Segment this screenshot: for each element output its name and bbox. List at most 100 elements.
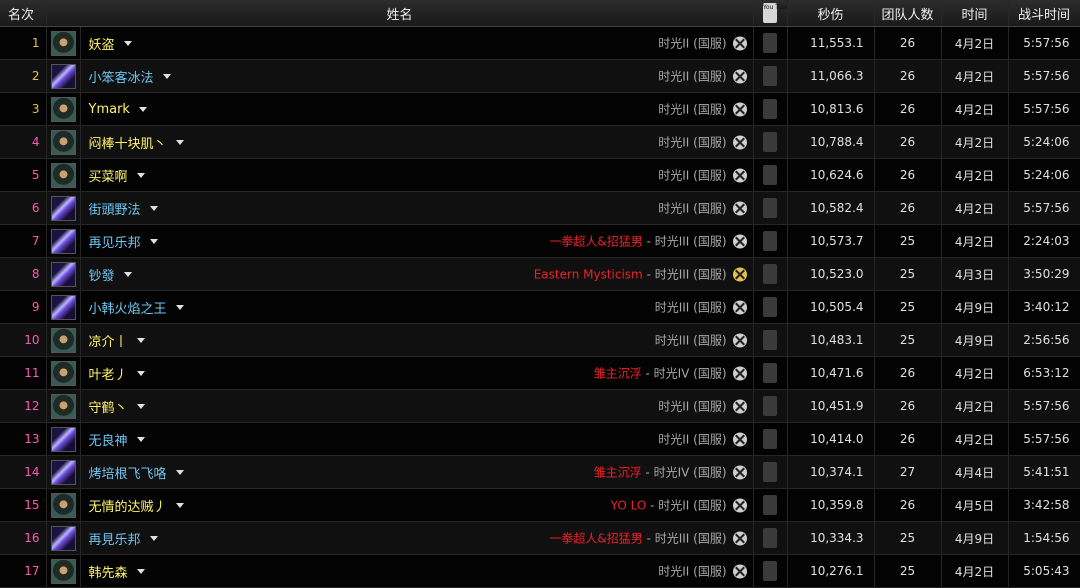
youtube-icon[interactable]	[763, 66, 778, 87]
server-name: 时光II (国服)	[658, 498, 727, 513]
faction-crossed-swords-icon	[732, 498, 747, 512]
raid-size-cell: 26	[874, 26, 942, 60]
player-name[interactable]: 街頭野法	[89, 203, 141, 218]
youtube-icon[interactable]	[763, 99, 778, 120]
table-row[interactable]: 12 守鹤丶 时光II (国服) 10,451.9 26 4月2日 5:57:5…	[0, 389, 1080, 423]
date-cell: 4月2日	[941, 356, 1009, 390]
youtube-icon[interactable]	[763, 231, 778, 252]
chevron-down-icon[interactable]	[149, 238, 158, 244]
table-row[interactable]: 8 钞發 Eastern Mysticism - 时光III (国服) 10,5…	[0, 257, 1080, 291]
table-row[interactable]: 17 韩先森 时光II (国服) 10,276.1 25 4月2日 5:05:4…	[0, 554, 1080, 588]
ranking-table: 名次 姓名 You Tube 秒伤 团队人数 时间 战斗时间 1 妖盗 时光II…	[0, 0, 1080, 588]
player-name[interactable]: 再見乐邦	[89, 533, 141, 548]
youtube-icon[interactable]	[763, 297, 778, 318]
duration-cell: 5:57:56	[1008, 389, 1080, 423]
chevron-down-icon[interactable]	[162, 73, 171, 79]
guild-name[interactable]: 一拳超人&招猛男	[549, 233, 642, 250]
youtube-icon[interactable]	[763, 528, 778, 549]
table-row[interactable]: 2 小笨客冰法 时光II (国服) 11,066.3 26 4月2日 5:57:…	[0, 59, 1080, 93]
video-cell	[753, 125, 788, 159]
table-row[interactable]: 1 妖盗 时光II (国服) 11,553.1 26 4月2日 5:57:56	[0, 26, 1080, 60]
youtube-icon[interactable]	[763, 396, 778, 417]
player-name[interactable]: 买菜啊	[89, 170, 128, 185]
chevron-down-icon[interactable]	[175, 502, 184, 508]
table-row[interactable]: 5 买菜啊 时光II (国服) 10,624.6 26 4月2日 5:24:06	[0, 158, 1080, 192]
faction-crossed-swords-icon	[732, 234, 747, 248]
player-name[interactable]: 小韩火焰之王	[89, 302, 167, 317]
table-row[interactable]: 10 凉介丨 时光III (国服) 10,483.1 25 4月9日 2:56:…	[0, 323, 1080, 357]
dps-cell: 10,276.1	[787, 554, 875, 588]
dps-header[interactable]: 秒伤	[787, 0, 875, 27]
player-name[interactable]: 钞發	[89, 269, 115, 284]
chevron-down-icon[interactable]	[175, 304, 184, 310]
chevron-down-icon[interactable]	[136, 403, 145, 409]
player-name[interactable]: 叶老丿	[89, 368, 128, 383]
chevron-down-icon[interactable]	[136, 436, 145, 442]
table-row[interactable]: 14 烤培根飞飞咯 雏主沉浮 - 时光IV (国服) 10,374.1 27 4…	[0, 455, 1080, 489]
guild-server-info: 时光III (国服)	[655, 299, 747, 316]
chevron-down-icon[interactable]	[136, 337, 145, 343]
youtube-icon[interactable]	[763, 429, 778, 450]
youtube-icon[interactable]	[763, 132, 778, 153]
player-name[interactable]: 再见乐邦	[89, 236, 141, 251]
youtube-icon[interactable]	[763, 462, 778, 483]
rank-header[interactable]: 名次	[0, 0, 47, 27]
rogue-class-icon	[50, 558, 76, 584]
table-row[interactable]: 13 无良神 时光II (国服) 10,414.0 26 4月2日 5:57:5…	[0, 422, 1080, 456]
chevron-down-icon[interactable]	[138, 106, 147, 112]
table-row[interactable]: 16 再見乐邦 一拳超人&招猛男 - 时光III (国服) 10,334.3 2…	[0, 521, 1080, 555]
youtube-icon[interactable]	[763, 264, 778, 285]
chevron-down-icon[interactable]	[136, 370, 145, 376]
player-name[interactable]: 烤培根飞飞咯	[89, 467, 167, 482]
server-name: 时光III (国服)	[654, 333, 727, 348]
faction-crossed-swords-icon	[732, 102, 747, 116]
table-row[interactable]: 11 叶老丿 雏主沉浮 - 时光IV (国服) 10,471.6 26 4月2日…	[0, 356, 1080, 390]
youtube-icon[interactable]	[763, 198, 778, 219]
raid-size-header[interactable]: 团队人数	[874, 0, 942, 27]
guild-name[interactable]: 一拳超人&招猛男	[549, 530, 642, 547]
chevron-down-icon[interactable]	[123, 271, 132, 277]
player-name[interactable]: Ymark	[89, 102, 130, 117]
player-name[interactable]: 无良神	[89, 434, 128, 449]
youtube-icon[interactable]	[763, 363, 778, 384]
guild-name[interactable]: 雏主沉浮	[594, 464, 642, 481]
guild-name[interactable]: Eastern Mysticism	[534, 267, 643, 281]
name-header[interactable]: 姓名	[46, 0, 754, 27]
table-row[interactable]: 9 小韩火焰之王 时光III (国服) 10,505.4 25 4月9日 3:4…	[0, 290, 1080, 324]
youtube-icon[interactable]	[763, 330, 778, 351]
rogue-class-icon	[50, 96, 76, 122]
chevron-down-icon[interactable]	[149, 535, 158, 541]
guild-name[interactable]: 雏主沉浮	[594, 365, 642, 382]
player-name[interactable]: 妖盗	[89, 38, 115, 53]
duration-cell: 5:24:06	[1008, 158, 1080, 192]
player-name[interactable]: 小笨客冰法	[89, 71, 154, 86]
youtube-icon[interactable]	[763, 165, 778, 186]
youtube-icon[interactable]	[763, 495, 778, 516]
chevron-down-icon[interactable]	[175, 469, 184, 475]
youtube-icon[interactable]	[763, 33, 778, 54]
player-name[interactable]: 凉介丨	[89, 335, 128, 350]
player-name[interactable]: 无情的达贼丿	[89, 500, 167, 515]
player-name[interactable]: 闷棒十块肌丶	[89, 137, 167, 152]
server-name: 时光II (国服)	[658, 168, 727, 183]
table-row[interactable]: 3 Ymark 时光II (国服) 10,813.6 26 4月2日 5:57:…	[0, 92, 1080, 126]
raid-size-cell: 26	[874, 59, 942, 93]
player-name[interactable]: 韩先森	[89, 566, 128, 581]
chevron-down-icon[interactable]	[149, 205, 158, 211]
chevron-down-icon[interactable]	[175, 139, 184, 145]
chevron-down-icon[interactable]	[123, 40, 132, 46]
guild-server-info: 时光II (国服)	[658, 68, 747, 85]
chevron-down-icon[interactable]	[136, 172, 145, 178]
date-header[interactable]: 时间	[941, 0, 1009, 27]
chevron-down-icon[interactable]	[136, 568, 145, 574]
duration-header[interactable]: 战斗时间	[1008, 0, 1080, 27]
table-row[interactable]: 7 再见乐邦 一拳超人&招猛男 - 时光III (国服) 10,573.7 25…	[0, 224, 1080, 258]
table-row[interactable]: 6 街頭野法 时光II (国服) 10,582.4 26 4月2日 5:57:5…	[0, 191, 1080, 225]
guild-name[interactable]: YO LO	[611, 498, 647, 512]
youtube-icon[interactable]	[763, 561, 778, 582]
player-name[interactable]: 守鹤丶	[89, 401, 128, 416]
table-row[interactable]: 15 无情的达贼丿 YO LO - 时光II (国服) 10,359.8 26 …	[0, 488, 1080, 522]
mage-class-icon	[50, 195, 76, 221]
server-name: 时光II (国服)	[658, 69, 727, 84]
table-row[interactable]: 4 闷棒十块肌丶 时光II (国服) 10,788.4 26 4月2日 5:24…	[0, 125, 1080, 159]
